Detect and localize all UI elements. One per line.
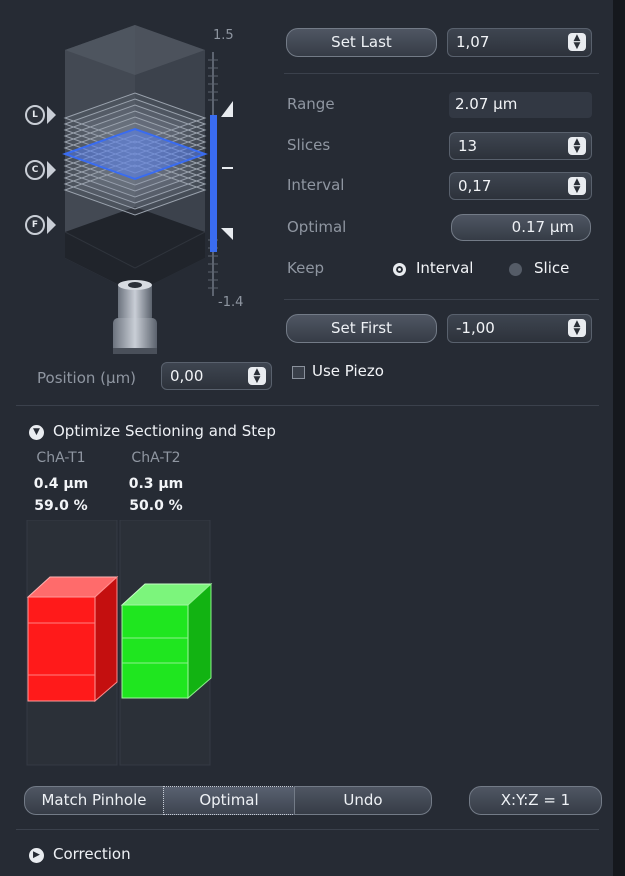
last-pointer-icon	[47, 106, 56, 124]
expand-icon[interactable]: ▼	[29, 425, 44, 440]
divider	[16, 829, 599, 830]
keep-slice-label: Slice	[534, 259, 570, 277]
position-value: 0,00	[170, 367, 204, 385]
spin-arrows-icon[interactable]: ▲ ▼	[568, 33, 586, 51]
channel-1-thickness: 0.4 µm	[33, 476, 89, 492]
expand-icon[interactable]: ▶	[29, 848, 44, 863]
center-pointer-icon	[47, 161, 56, 179]
first-position-marker	[221, 228, 233, 240]
keep-interval-label: Interval	[416, 259, 474, 277]
z-scale	[208, 52, 233, 296]
interval-spinbox[interactable]: 0,17 ▲ ▼	[449, 172, 592, 200]
slices-spinbox[interactable]: 13 ▲ ▼	[449, 132, 592, 160]
keep-label: Keep	[287, 259, 325, 277]
spin-arrows-icon[interactable]: ▲ ▼	[248, 367, 266, 385]
z-range-bar	[210, 115, 217, 252]
spin-arrows-icon[interactable]: ▲ ▼	[568, 319, 586, 337]
undo-button[interactable]: Undo	[294, 786, 432, 815]
interval-value: 0,17	[458, 177, 492, 195]
xyz-button[interactable]: X:Y:Z = 1	[469, 786, 602, 815]
first-marker-button[interactable]: F	[25, 215, 45, 235]
z-stack-visual	[62, 25, 233, 354]
optimal-label: Optimal	[287, 218, 347, 236]
optimal-button[interactable]: Optimal	[163, 786, 295, 815]
slices-label: Slices	[287, 136, 331, 154]
sectioning-visual	[26, 520, 213, 766]
optimize-section-title[interactable]: Optimize Sectioning and Step	[53, 422, 276, 440]
channel-1-name: ChA-T1	[36, 450, 86, 466]
objective-icon	[113, 280, 157, 354]
range-value: 2.07 µm	[449, 92, 592, 118]
optimal-interval-button[interactable]: 0.17 µm	[451, 214, 591, 241]
match-pinhole-button[interactable]: Match Pinhole	[24, 786, 164, 815]
keep-interval-radio[interactable]	[393, 263, 406, 276]
set-first-spinbox[interactable]: -1,00 ▲ ▼	[447, 314, 592, 343]
channel-2-name: ChA-T2	[131, 450, 181, 466]
use-piezo-label: Use Piezo	[312, 362, 384, 380]
range-label: Range	[287, 95, 335, 113]
set-last-spinbox[interactable]: 1,07 ▲ ▼	[447, 28, 592, 57]
set-last-value: 1,07	[456, 33, 490, 51]
set-first-value: -1,00	[456, 319, 495, 337]
center-marker-button[interactable]: C	[25, 160, 45, 180]
z-stack-panel: 1.5 -1.4 L C F Position (µm) 0,00 ▲ ▼ Set…	[0, 0, 613, 876]
channel-2-thickness: 0.3 µm	[128, 476, 184, 492]
first-pointer-icon	[47, 216, 56, 234]
spin-arrows-icon[interactable]: ▲ ▼	[568, 137, 586, 155]
window-edge	[613, 0, 625, 876]
correction-section-title[interactable]: Correction	[53, 845, 131, 863]
divider	[284, 299, 599, 300]
channel-2-cube	[120, 582, 213, 700]
last-position-marker	[221, 101, 233, 117]
divider	[284, 73, 599, 74]
channel-1-percent: 59.0 %	[34, 498, 88, 514]
channel-2-percent: 50.0 %	[129, 498, 183, 514]
keep-slice-radio[interactable]	[509, 263, 522, 276]
last-marker-button[interactable]: L	[25, 105, 45, 125]
divider	[16, 405, 599, 406]
spin-arrows-icon[interactable]: ▲ ▼	[568, 177, 586, 195]
slices-value: 13	[458, 137, 478, 155]
set-first-button[interactable]: Set First	[286, 314, 437, 343]
channel-1-cube	[26, 575, 119, 703]
set-last-button[interactable]: Set Last	[286, 28, 437, 57]
use-piezo-checkbox[interactable]	[292, 366, 305, 379]
position-label: Position (µm)	[37, 369, 137, 387]
position-spinbox[interactable]: 0,00 ▲ ▼	[161, 362, 272, 390]
scale-bottom-label: -1.4	[218, 295, 244, 310]
interval-label: Interval	[287, 176, 345, 194]
scale-top-label: 1.5	[213, 28, 234, 43]
